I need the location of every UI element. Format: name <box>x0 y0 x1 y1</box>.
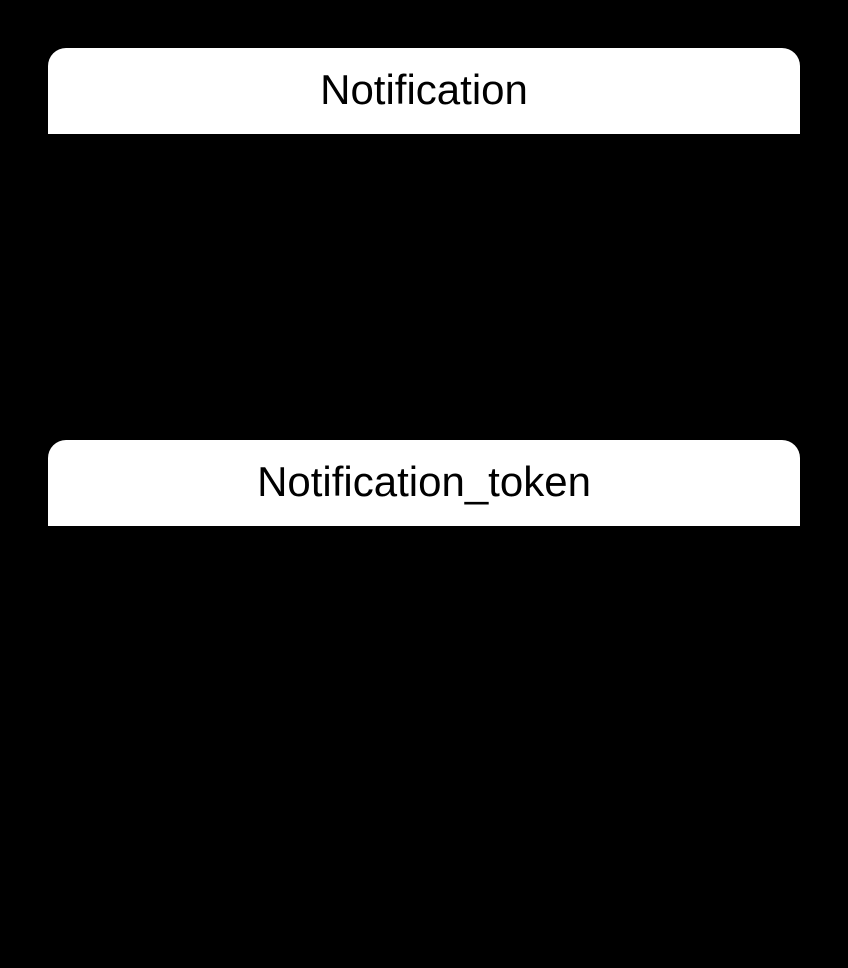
entity-notification-header: Notification <box>48 48 800 134</box>
entity-notification-body <box>48 134 800 424</box>
entity-notification: Notification <box>48 48 800 424</box>
entity-notification-token-body <box>48 526 800 926</box>
entity-notification-title: Notification <box>320 66 528 113</box>
entity-notification-token: Notification_token <box>48 440 800 926</box>
entity-notification-token-header: Notification_token <box>48 440 800 526</box>
entity-notification-token-title: Notification_token <box>257 458 591 505</box>
